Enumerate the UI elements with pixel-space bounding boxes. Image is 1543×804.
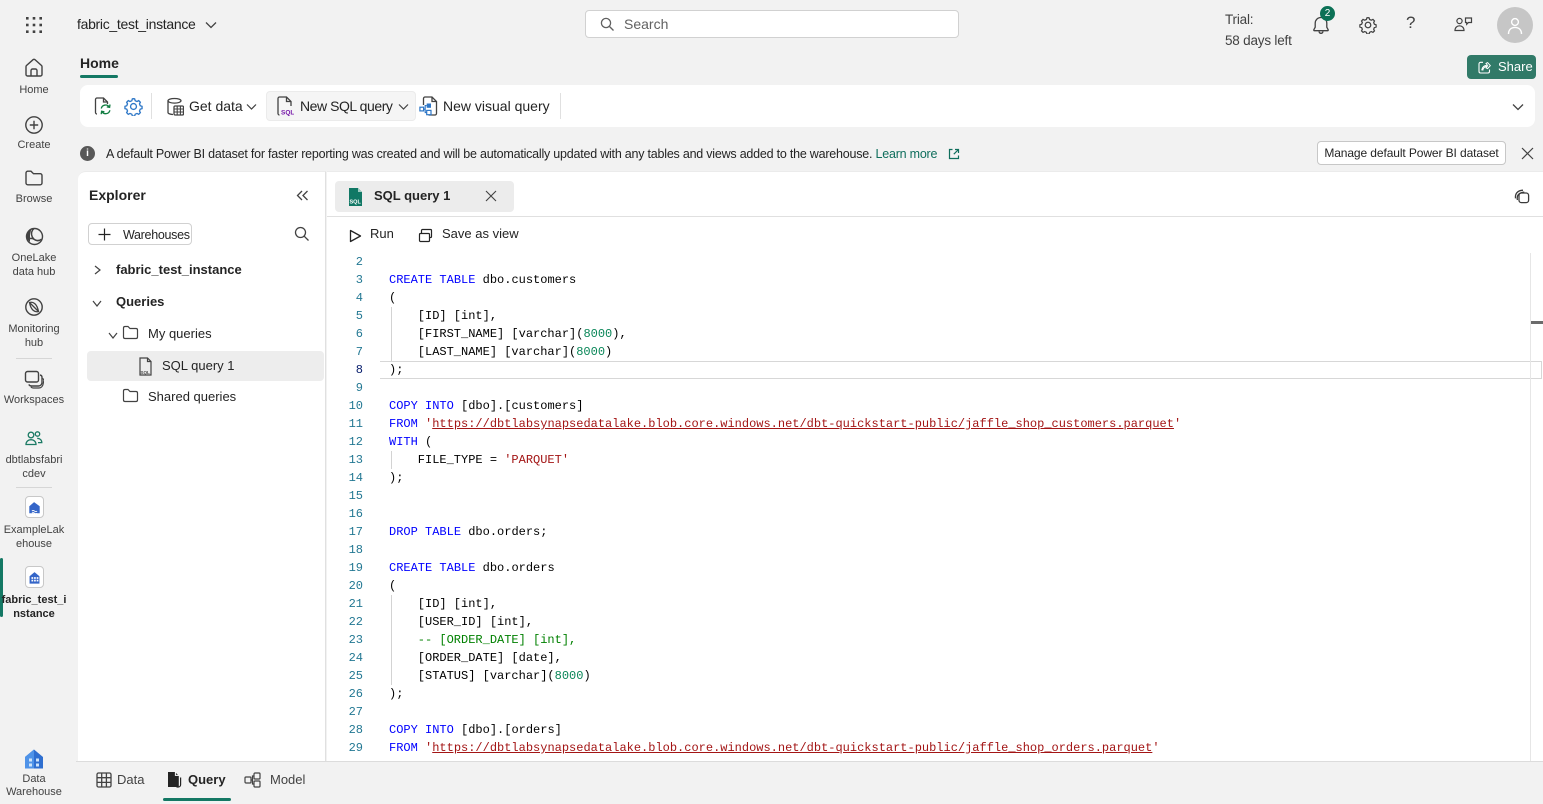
svg-text:SQL: SQL: [140, 370, 150, 375]
svg-text:SQL: SQL: [281, 110, 294, 117]
svg-text:SQL: SQL: [350, 200, 362, 206]
